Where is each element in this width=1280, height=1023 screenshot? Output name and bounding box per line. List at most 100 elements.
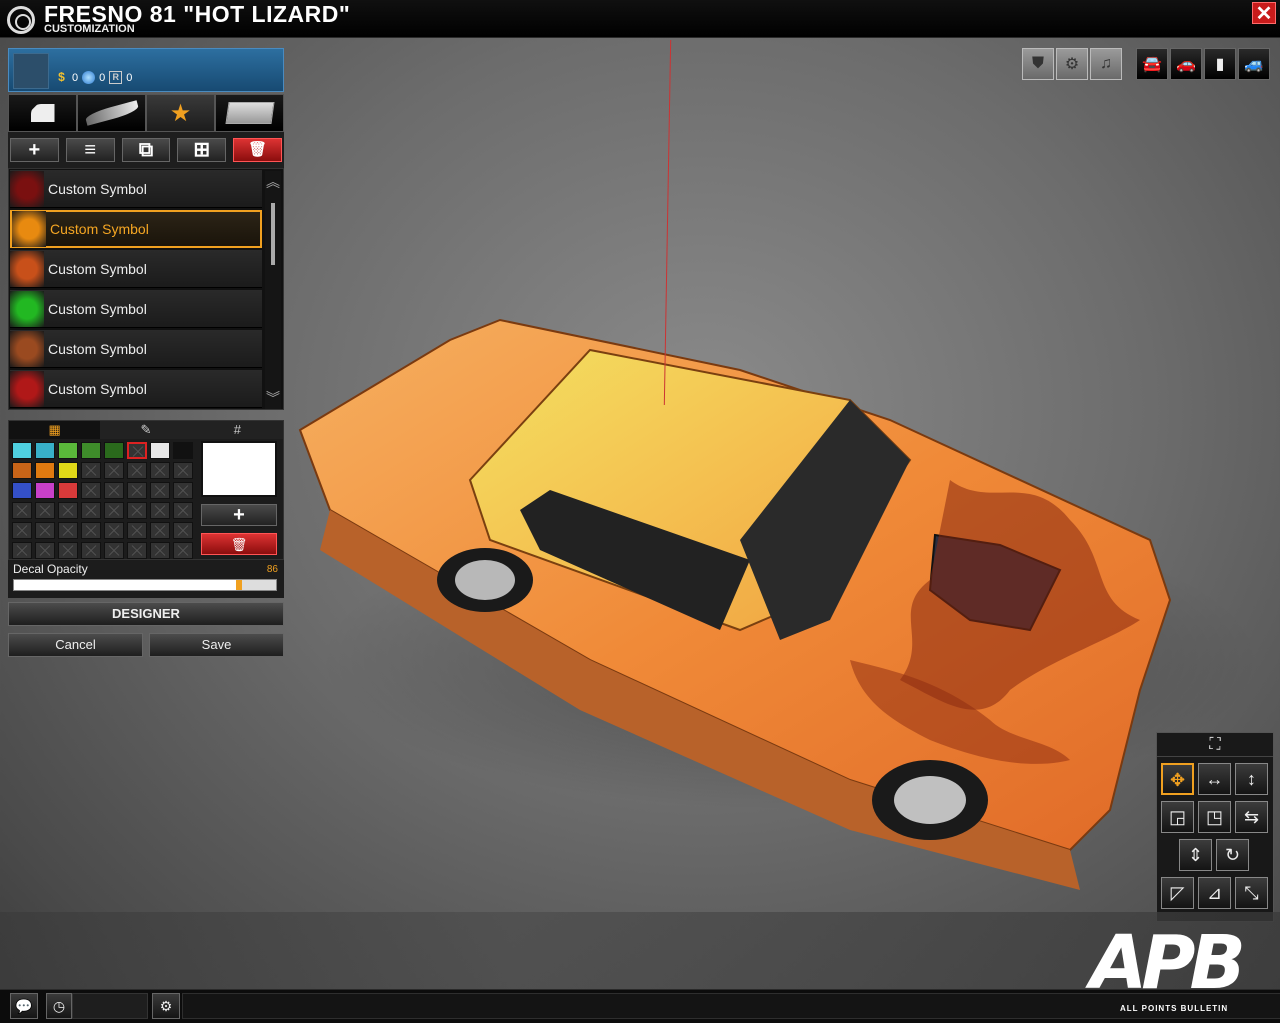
palette-swatch[interactable]	[127, 482, 147, 499]
tab-plate[interactable]	[215, 94, 284, 132]
mirror-tool-icon[interactable]: ⊿	[1198, 877, 1231, 909]
palette-swatch[interactable]	[58, 502, 78, 519]
palette-swatch[interactable]	[81, 502, 101, 519]
tab-palette[interactable]: ▦	[9, 421, 101, 439]
list-item[interactable]: Custom Symbol	[10, 370, 262, 408]
symbol-thumbnail	[10, 330, 44, 367]
palette-swatch[interactable]	[58, 522, 78, 539]
shear-tool-icon[interactable]: ⤡	[1235, 877, 1268, 909]
palette-swatch[interactable]	[173, 462, 193, 479]
stretch-tool-icon[interactable]: ⇕	[1179, 839, 1212, 871]
scroll-thumb[interactable]	[271, 203, 275, 265]
list-item[interactable]: Custom Symbol	[10, 250, 262, 288]
palette-swatch[interactable]	[150, 542, 170, 559]
palette-swatch[interactable]	[104, 542, 124, 559]
skew-tool-icon[interactable]: ◸	[1161, 877, 1194, 909]
save-button[interactable]: Save	[149, 633, 284, 657]
move-vertical-tool-icon[interactable]: ↕	[1235, 763, 1268, 795]
palette-swatch[interactable]	[58, 462, 78, 479]
opacity-knob[interactable]	[236, 580, 243, 590]
list-item[interactable]: Custom Symbol	[10, 210, 262, 248]
palette-swatch[interactable]	[173, 442, 193, 459]
plate-tab-icon	[224, 102, 275, 124]
palette-swatch[interactable]	[81, 522, 101, 539]
chat-icon[interactable]: 💬	[10, 993, 38, 1019]
cancel-button[interactable]: Cancel	[8, 633, 143, 657]
palette-swatch[interactable]	[12, 522, 32, 539]
palette-swatch[interactable]	[12, 482, 32, 499]
palette-swatch[interactable]	[127, 462, 147, 479]
tab-picker[interactable]: ✎	[100, 421, 192, 439]
palette-swatch[interactable]	[173, 522, 193, 539]
settings-icon[interactable]: ⚙	[152, 993, 180, 1019]
scroll-up-icon[interactable]: ︽	[265, 171, 281, 193]
move-horizontal-tool-icon[interactable]: ↔	[1198, 763, 1231, 795]
vehicle-viewport[interactable]	[290, 40, 1280, 920]
delete-layer-button[interactable]: 🗑	[233, 138, 282, 162]
palette-swatch[interactable]	[150, 522, 170, 539]
palette-swatch[interactable]	[173, 502, 193, 519]
palette-swatch[interactable]	[12, 502, 32, 519]
tab-hex[interactable]: #	[191, 421, 283, 439]
move-tool-icon[interactable]: ✥	[1161, 763, 1194, 795]
currency-bar: $ 0 0 R 0	[8, 48, 284, 92]
rotate-tool-icon[interactable]: ↻	[1216, 839, 1249, 871]
palette-swatch[interactable]	[150, 502, 170, 519]
palette-swatch[interactable]	[81, 482, 101, 499]
palette-swatch[interactable]	[12, 542, 32, 559]
palette-swatch[interactable]	[127, 442, 147, 459]
palette-swatch[interactable]	[81, 442, 101, 459]
palette-swatch[interactable]	[12, 462, 32, 479]
scale-alt-tool-icon[interactable]: ◳	[1198, 801, 1231, 833]
delete-color-button[interactable]: 🗑	[201, 533, 277, 555]
palette-swatch[interactable]	[127, 542, 147, 559]
opacity-slider[interactable]	[13, 579, 277, 591]
list-scrollbar[interactable]: ︽ ︾	[265, 171, 281, 409]
fullscreen-icon[interactable]: ⛶	[1157, 733, 1273, 757]
palette-swatch[interactable]	[104, 442, 124, 459]
list-item[interactable]: Custom Symbol	[10, 330, 262, 368]
list-item[interactable]: Custom Symbol	[10, 290, 262, 328]
list-item[interactable]: Custom Symbol	[10, 170, 262, 208]
scroll-down-icon[interactable]: ︾	[265, 387, 281, 409]
close-button[interactable]: ✕	[1252, 2, 1276, 25]
palette-swatch[interactable]	[173, 542, 193, 559]
flip-tool-icon[interactable]: ⇆	[1235, 801, 1268, 833]
palette-swatch[interactable]	[104, 482, 124, 499]
palette-swatch[interactable]	[81, 462, 101, 479]
palette-swatch[interactable]	[104, 522, 124, 539]
paste-layer-button[interactable]: ⊞	[177, 138, 227, 162]
palette-swatch[interactable]	[81, 542, 101, 559]
palette-swatch[interactable]	[150, 442, 170, 459]
duplicate-layer-button[interactable]: ⧉	[121, 138, 171, 162]
scale-tool-icon[interactable]: ◲	[1161, 801, 1194, 833]
palette-swatch[interactable]	[35, 442, 55, 459]
palette-swatch[interactable]	[150, 482, 170, 499]
palette-swatch[interactable]	[173, 482, 193, 499]
palette-swatch[interactable]	[35, 482, 55, 499]
palette-swatch[interactable]	[127, 522, 147, 539]
palette-swatch[interactable]	[12, 442, 32, 459]
tab-paint[interactable]	[77, 94, 146, 132]
opacity-fill	[14, 580, 240, 590]
palette-swatch[interactable]	[104, 502, 124, 519]
logo-subtitle: ALL POINTS BULLETIN	[1120, 1004, 1229, 1013]
palette-swatch[interactable]	[104, 462, 124, 479]
symbol-label: Custom Symbol	[48, 180, 147, 197]
palette-swatch[interactable]	[35, 502, 55, 519]
align-layer-button[interactable]: ≡	[65, 138, 115, 162]
tab-symbols[interactable]: ★	[146, 94, 215, 132]
palette-swatch[interactable]	[58, 542, 78, 559]
palette-swatch[interactable]	[58, 482, 78, 499]
add-color-button[interactable]: +	[201, 504, 277, 526]
palette-swatch[interactable]	[150, 462, 170, 479]
palette-swatch[interactable]	[35, 522, 55, 539]
add-layer-button[interactable]: +	[10, 138, 59, 162]
clock-icon[interactable]: ◷	[46, 993, 72, 1019]
tab-body[interactable]	[8, 94, 77, 132]
designer-button[interactable]: DESIGNER	[8, 602, 284, 626]
palette-swatch[interactable]	[58, 442, 78, 459]
palette-swatch[interactable]	[127, 502, 147, 519]
palette-swatch[interactable]	[35, 542, 55, 559]
palette-swatch[interactable]	[35, 462, 55, 479]
